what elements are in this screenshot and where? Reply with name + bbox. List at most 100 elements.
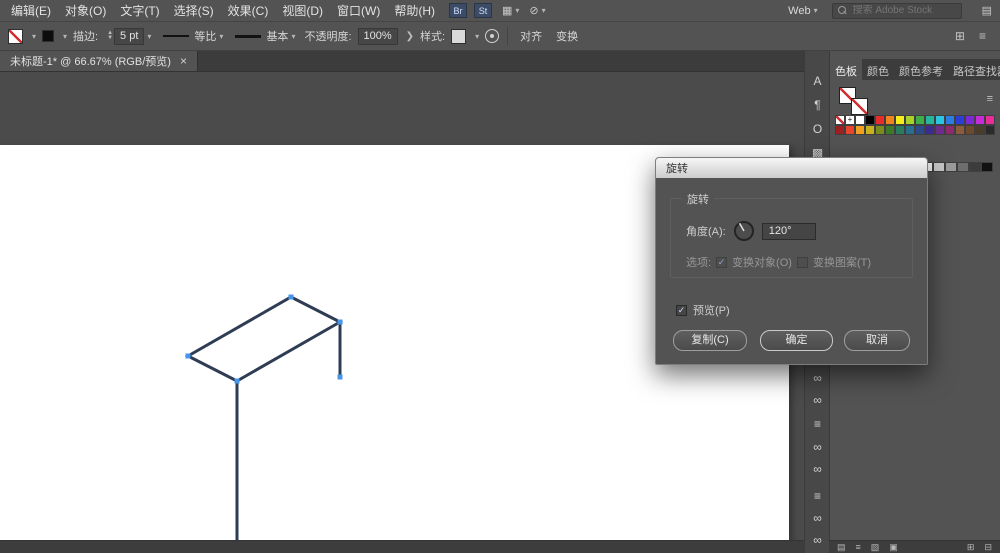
stroke-color-swatch[interactable] xyxy=(42,30,55,42)
swatch[interactable] xyxy=(965,115,975,125)
stroke-weight-value[interactable]: 5 pt xyxy=(114,27,145,45)
paragraph-panel-icon[interactable]: ¶ xyxy=(805,95,830,115)
swatch[interactable] xyxy=(915,115,925,125)
swatch[interactable] xyxy=(933,162,945,172)
opentype-panel-icon[interactable]: O xyxy=(805,119,830,139)
transform-button[interactable]: 变换 xyxy=(552,28,582,44)
dialog-title-bar[interactable]: 旋转 xyxy=(656,158,927,178)
swatch[interactable] xyxy=(935,115,945,125)
swatch[interactable] xyxy=(845,125,855,135)
workspace-grid-icon[interactable]: ⊞ xyxy=(955,29,965,43)
copy-button[interactable]: 复制(C) xyxy=(673,330,747,351)
cancel-button[interactable]: 取消 xyxy=(844,330,910,351)
chevron-down-icon[interactable]: ▾ xyxy=(291,32,295,41)
swatch[interactable] xyxy=(905,115,915,125)
brush-definition-dropdown[interactable]: 基本 ▾ xyxy=(232,27,298,46)
collapse-control-icon[interactable]: ≡ xyxy=(979,29,986,43)
tab-pathfinder[interactable]: 路径查找器 xyxy=(948,59,1000,80)
swatch[interactable] xyxy=(945,162,957,172)
chevron-down-icon[interactable]: ▾ xyxy=(147,32,151,41)
swatch[interactable] xyxy=(945,125,955,135)
swatch[interactable] xyxy=(865,125,875,135)
recolor-artwork-icon[interactable] xyxy=(485,29,500,43)
menu-help[interactable]: 帮助(H) xyxy=(387,0,442,22)
angle-dial[interactable] xyxy=(733,220,755,242)
swatch[interactable] xyxy=(875,125,885,135)
swatch-kinds-menu-icon[interactable]: ≡ xyxy=(856,542,861,552)
swatch-options-icon[interactable]: ▧ xyxy=(871,542,880,553)
swatch[interactable] xyxy=(895,115,905,125)
menu-object[interactable]: 对象(O) xyxy=(58,0,113,22)
chevron-down-icon[interactable]: ▾ xyxy=(63,32,67,41)
opacity-value[interactable]: 100% xyxy=(357,27,398,45)
swatch[interactable] xyxy=(975,125,985,135)
swatch[interactable] xyxy=(957,162,969,172)
swatch[interactable] xyxy=(945,115,955,125)
swatch[interactable] xyxy=(955,125,965,135)
menu-edit[interactable]: 编辑(E) xyxy=(4,0,58,22)
delete-swatch-icon[interactable]: ⊟ xyxy=(984,542,992,553)
swatch[interactable] xyxy=(885,125,895,135)
chevron-down-icon[interactable]: ▾ xyxy=(32,32,36,41)
document-tab[interactable]: 未标题-1* @ 66.67% (RGB/预览) × xyxy=(0,51,198,71)
stock-search-input[interactable] xyxy=(852,5,956,16)
fill-color-swatch[interactable] xyxy=(8,28,23,44)
swatch[interactable] xyxy=(905,125,915,135)
character-panel-icon[interactable]: A xyxy=(805,71,830,91)
arrange-documents-icon[interactable]: ▦ ▾ xyxy=(502,4,519,17)
artboards-panel-icon[interactable]: ∞ xyxy=(805,437,830,457)
asset-export-panel-icon[interactable]: ≡ xyxy=(805,486,830,506)
swatch[interactable] xyxy=(981,162,993,172)
align-button[interactable]: 对齐 xyxy=(516,28,546,44)
angle-input[interactable]: 120° xyxy=(761,222,816,240)
stroke-proxy-swatch[interactable] xyxy=(851,98,868,115)
screen-mode-icon[interactable]: ⊘ ▾ xyxy=(529,4,545,17)
menu-select[interactable]: 选择(S) xyxy=(167,0,221,22)
swatch[interactable] xyxy=(975,115,985,125)
swatch[interactable] xyxy=(969,162,981,172)
panel-dock-icon[interactable]: ▤ xyxy=(982,4,992,17)
new-color-group-icon[interactable]: ▣ xyxy=(889,542,898,553)
style-swatch[interactable] xyxy=(451,28,467,44)
close-icon[interactable]: × xyxy=(180,54,187,68)
swatch[interactable] xyxy=(925,125,935,135)
new-swatch-icon[interactable]: ⊞ xyxy=(967,542,975,553)
menu-window[interactable]: 窗口(W) xyxy=(330,0,387,22)
swatch[interactable] xyxy=(895,125,905,135)
swatch[interactable] xyxy=(855,125,865,135)
swatch[interactable] xyxy=(855,115,865,125)
libraries-icon[interactable]: ▤ xyxy=(837,542,846,553)
horizontal-scrollbar[interactable] xyxy=(0,540,804,553)
swatch[interactable] xyxy=(885,115,895,125)
bridge-badge-icon[interactable]: Br xyxy=(449,3,467,18)
workspace-switcher[interactable]: Web ▾ xyxy=(784,4,821,18)
layers-panel-icon[interactable]: ≡ xyxy=(805,414,830,434)
transform-objects-checkbox[interactable] xyxy=(716,256,728,268)
links-panel-icon[interactable]: ∞ xyxy=(805,459,830,479)
ok-button[interactable]: 确定 xyxy=(760,330,833,351)
swatch[interactable] xyxy=(955,115,965,125)
swatch-none[interactable] xyxy=(835,115,845,125)
chevron-down-icon[interactable]: ▾ xyxy=(219,32,223,41)
stock-badge-icon[interactable]: St xyxy=(474,3,492,18)
preview-checkbox[interactable] xyxy=(676,304,687,316)
swatch[interactable] xyxy=(965,125,975,135)
swatch[interactable] xyxy=(835,125,845,135)
swatch[interactable] xyxy=(985,115,995,125)
tab-swatches[interactable]: 色板 xyxy=(830,59,862,80)
swatch[interactable] xyxy=(985,125,995,135)
stock-search[interactable] xyxy=(831,2,962,19)
swatch-list-options-icon[interactable]: ≡ xyxy=(987,93,993,105)
menu-effect[interactable]: 效果(C) xyxy=(221,0,276,22)
swatch[interactable] xyxy=(875,115,885,125)
chevron-down-icon[interactable]: ▾ xyxy=(475,32,479,41)
symbols-panel-icon[interactable]: ∞ xyxy=(805,368,830,388)
transform-patterns-checkbox[interactable] xyxy=(796,256,808,268)
tab-color-guide[interactable]: 颜色参考 xyxy=(894,59,948,80)
swatch[interactable] xyxy=(925,115,935,125)
swatch[interactable] xyxy=(865,115,875,125)
chevron-right-icon[interactable]: ❯ xyxy=(406,31,414,42)
menu-view[interactable]: 视图(D) xyxy=(275,0,330,22)
swatch-registration[interactable]: + xyxy=(845,115,855,125)
tab-color[interactable]: 颜色 xyxy=(862,59,894,80)
